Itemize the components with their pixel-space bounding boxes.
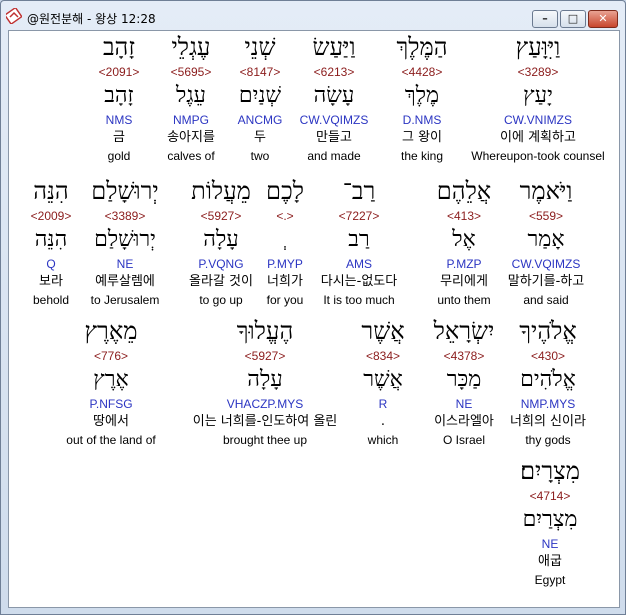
strong-number: <776> xyxy=(93,349,129,363)
korean-gloss: 금 xyxy=(113,130,125,145)
lexical-form: עָלָה xyxy=(247,367,283,392)
english-gloss: gold xyxy=(107,149,131,163)
parsing-code: NMS xyxy=(105,113,133,127)
korean-gloss: 애굽 xyxy=(538,554,562,569)
minimize-button[interactable]: – xyxy=(532,10,558,28)
english-gloss: behold xyxy=(32,293,70,307)
strong-number: <4714> xyxy=(529,489,571,503)
lexical-form: זָהָב xyxy=(104,83,134,108)
strong-number: <2091> xyxy=(98,65,140,79)
english-gloss: out of the land of xyxy=(66,433,156,447)
strong-number: <5927> xyxy=(244,349,286,363)
interlinear-content: וַיִּוָּעַץ <3289> יָעַץ CW.VNIMZS 이에 계획하고 Wh… xyxy=(9,31,619,607)
korean-gloss: 땅에서 xyxy=(93,414,129,429)
lexical-form: מִצְרַיִם xyxy=(522,507,578,532)
close-icon: ✕ xyxy=(598,12,608,25)
interlinear-view: וַיִּוָּעַץ <3289> יָעַץ CW.VNIMZS 이에 계획하고 Wh… xyxy=(8,30,620,608)
parsing-code: P.NFSG xyxy=(89,397,133,411)
korean-gloss: 보라 xyxy=(39,274,63,289)
minimize-icon: – xyxy=(542,12,548,25)
hebrew-word: מִצְרָיִם׃ xyxy=(520,457,580,485)
strong-number: <2009> xyxy=(30,209,72,223)
maximize-icon: □ xyxy=(567,12,579,25)
hebrew-word: זָהָב xyxy=(102,33,136,61)
hebrew-word: הִנֵּה xyxy=(33,177,69,205)
window-title: @원전분해 - 왕상 12:28 xyxy=(27,12,156,26)
title-bar[interactable]: @원전분해 - 왕상 12:28 – □ ✕ xyxy=(1,1,625,31)
hebrew-word: מֵאֶרֶץ xyxy=(84,317,138,345)
parsing-code: NE xyxy=(541,537,559,551)
lexical-form: אֶרֶץ xyxy=(93,367,129,392)
parsing-code: VHACZP.MYS xyxy=(226,397,304,411)
close-button[interactable]: ✕ xyxy=(588,10,618,28)
english-gloss: brought thee up xyxy=(222,433,308,447)
english-gloss: Egypt xyxy=(534,573,566,587)
maximize-button[interactable]: □ xyxy=(560,10,586,28)
korean-gloss: 이는 너희를-인도하여 올린 xyxy=(192,414,338,429)
app-window: @원전분해 - 왕상 12:28 – □ ✕ וַיִּוָּעַץ <3289>… xyxy=(0,0,626,615)
parsing-code: Q xyxy=(46,257,56,271)
bible-app-icon xyxy=(4,7,23,25)
hebrew-word: הֶעֱלוּךָ xyxy=(236,317,294,345)
lexical-form: הִנֵּה xyxy=(34,227,68,252)
